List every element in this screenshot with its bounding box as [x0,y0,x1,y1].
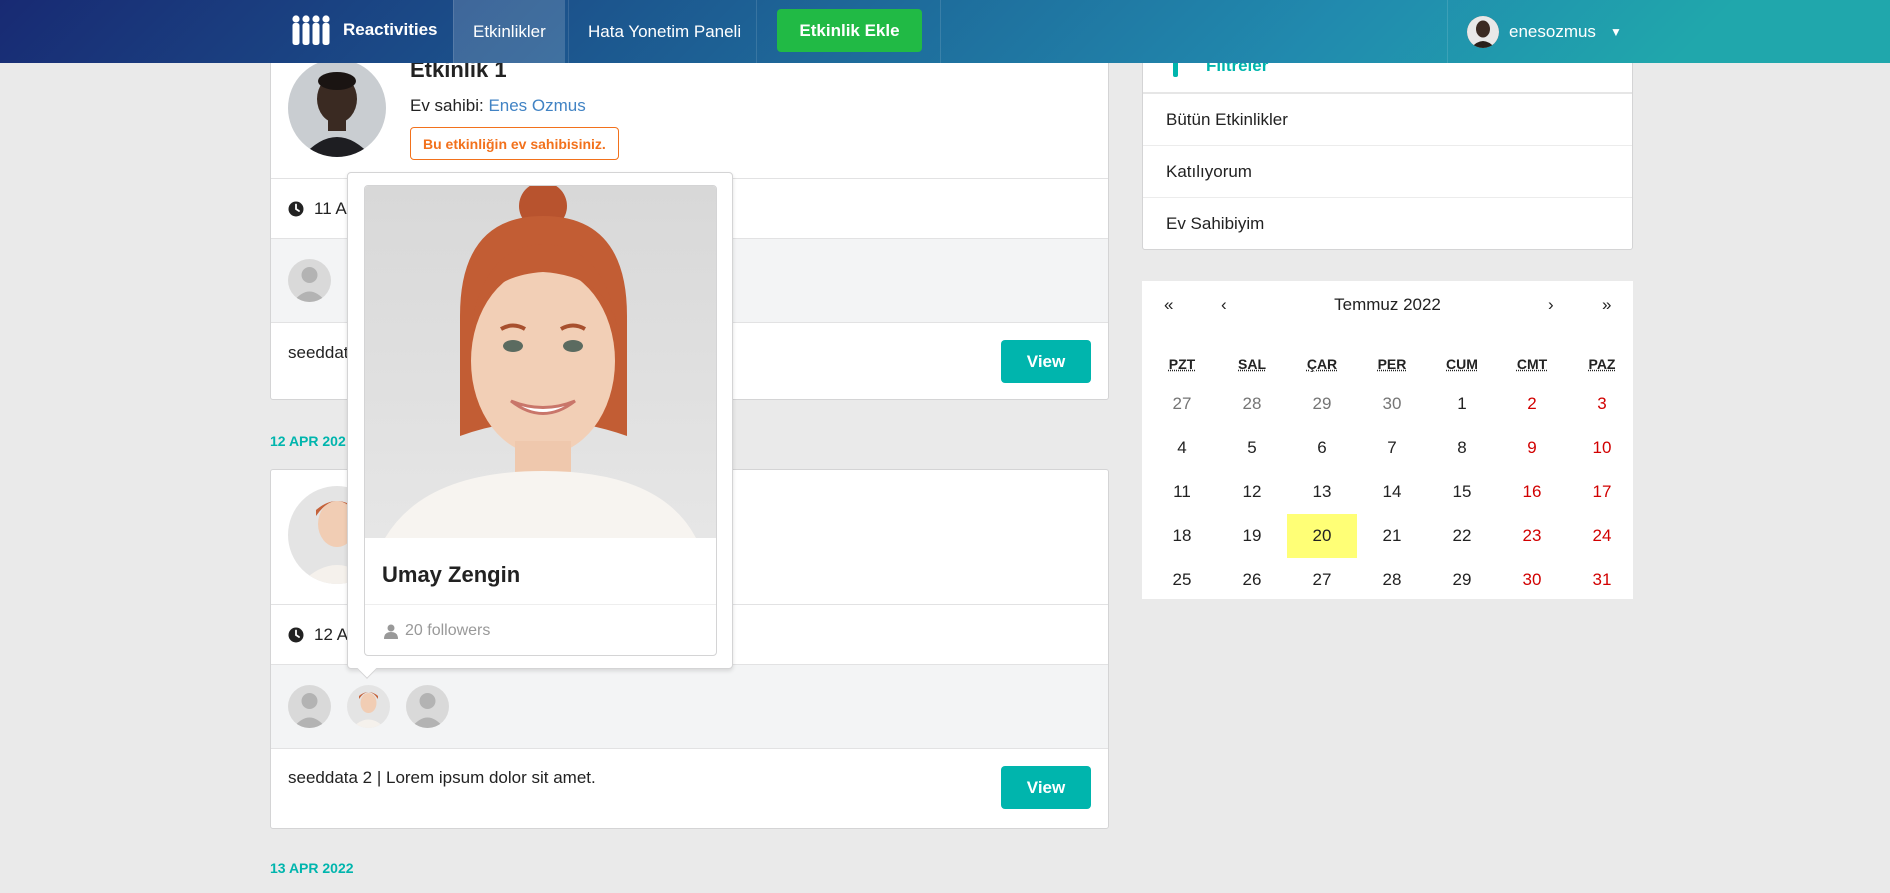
weekday-header: CUM [1446,356,1478,372]
calendar-day[interactable]: 26 [1217,558,1287,602]
calendar-day[interactable]: 8 [1427,426,1497,470]
activity-footer: seeddata 2 | Lorem ipsum dolor sit amet.… [271,749,1108,828]
filter-all-activities[interactable]: Bütün Etkinlikler [1143,94,1632,146]
calendar-day[interactable]: 14 [1357,470,1427,514]
calendar-day[interactable]: 24 [1567,514,1637,558]
brand-link[interactable]: Reactivities [271,0,456,59]
weekday-header: PAZ [1588,356,1616,372]
nav-item-label: Etkinlikler [473,21,546,41]
host-prefix: Ev sahibi: [410,96,484,115]
user-avatar [1467,15,1499,48]
calendar-day[interactable]: 22 [1427,514,1497,558]
calendar-day[interactable]: 17 [1567,470,1637,514]
calendar-day[interactable]: 11 [1147,470,1217,514]
calendar-day[interactable]: 13 [1287,470,1357,514]
calendar-day[interactable]: 27 [1147,382,1217,426]
calendar-day[interactable]: 18 [1147,514,1217,558]
host-line: Ev sahibi: Enes Ozmus [410,96,586,116]
calendar-day[interactable]: 4 [1147,426,1217,470]
user-menu[interactable]: enesozmus ▼ [1447,0,1641,63]
nav-item-label: Hata Yonetim Paneli [588,21,742,41]
add-activity-button[interactable]: Etkinlik Ekle [777,9,922,52]
caret-down-icon: ▼ [1609,24,1622,39]
weekday-header: CMT [1516,356,1548,372]
date-text: 11 A [314,199,347,218]
profile-popup: Umay Zengin 20 followers [347,172,733,679]
group-date-header: 12 APR 202 [270,433,346,449]
nav-divider [940,0,941,63]
calendar-day[interactable]: 29 [1287,382,1357,426]
attendee-avatar[interactable] [288,685,331,728]
group-date-header: 13 APR 2022 [270,860,354,876]
calendar-day[interactable]: 19 [1217,514,1287,558]
calendar-day[interactable]: 27 [1287,558,1357,602]
weekday-header: PER [1377,356,1407,372]
calendar-day[interactable]: 21 [1357,514,1427,558]
activity-date: 11 A [288,199,347,219]
calendar-day[interactable]: 7 [1357,426,1427,470]
view-button[interactable]: View [1001,340,1091,383]
calendar-day[interactable]: 12 [1217,470,1287,514]
calendar-day[interactable]: 10 [1567,426,1637,470]
username: enesozmus [1509,21,1596,41]
activity-description: seeddat [288,343,349,362]
calendar-day[interactable]: 6 [1287,426,1357,470]
nav-divider [756,0,757,63]
calendar-day[interactable]: 25 [1147,558,1217,602]
nav-item-etkinlikler[interactable]: Etkinlikler [453,0,565,63]
filter-going[interactable]: Katılıyorum [1143,146,1632,198]
calendar: « ‹ Temmuz 2022 › » PZT SAL ÇAR PER CUM CMT PA… [1142,281,1633,599]
calendar-day[interactable]: 5 [1217,426,1287,470]
filters-menu: Filtreler Bütün Etkinlikler Katılıyorum … [1142,40,1633,250]
calendar-day[interactable]: 30 [1357,382,1427,426]
top-navbar: Reactivities Etkinlikler Hata Yonetim Pa… [0,0,1890,63]
calendar-day[interactable]: 2 [1497,382,1567,426]
calendar-day[interactable]: 1 [1427,382,1497,426]
activity-description: seeddata 2 | Lorem ipsum dolor sit amet. [288,768,596,787]
host-name-link[interactable]: Enes Ozmus [488,96,585,115]
brand-name: Reactivities [343,19,438,39]
calendar-day[interactable]: 15 [1427,470,1497,514]
followers-row: 20 followers [365,604,716,655]
attendee-avatar[interactable] [406,685,449,728]
calendar-day[interactable]: 31 [1567,558,1637,602]
people-logo-icon [292,14,330,45]
profile-photo [365,186,716,538]
date-text: 12 A [314,625,349,644]
calendar-day[interactable]: 3 [1567,382,1637,426]
attendee-avatar-hovered[interactable] [347,685,390,728]
user-icon [384,624,398,639]
activity-date: 12 A [288,625,348,645]
calendar-month-title[interactable]: Temmuz 2022 [1142,295,1633,315]
calendar-day[interactable]: 30 [1497,558,1567,602]
attendee-avatar[interactable] [288,259,331,302]
calendar-day[interactable]: 20 [1287,514,1357,558]
weekday-header: SAL [1238,356,1266,372]
clock-icon [288,201,304,217]
calendar-day[interactable]: 23 [1497,514,1567,558]
calendar-day[interactable]: 16 [1497,470,1567,514]
filter-hosting[interactable]: Ev Sahibiyim [1143,198,1632,250]
calendar-day[interactable]: 28 [1217,382,1287,426]
attendee-list [271,665,1108,749]
calendar-day[interactable]: 9 [1497,426,1567,470]
host-avatar[interactable] [288,59,386,157]
profile-name: Umay Zengin [382,562,521,587]
next-month-button[interactable]: › [1548,295,1554,315]
profile-card[interactable]: Umay Zengin 20 followers [364,185,717,656]
followers-count: 20 followers [405,621,491,639]
next-year-button[interactable]: » [1602,295,1611,315]
nav-item-error-panel[interactable]: Hata Yonetim Paneli [568,0,760,63]
calendar-day[interactable]: 29 [1427,558,1497,602]
view-button[interactable]: View [1001,766,1091,809]
calendar-day[interactable]: 28 [1357,558,1427,602]
weekday-header: PZT [1168,356,1196,372]
weekday-header: ÇAR [1306,356,1338,372]
clock-icon [288,627,304,643]
host-badge: Bu etkinliğin ev sahibisiniz. [410,127,619,160]
